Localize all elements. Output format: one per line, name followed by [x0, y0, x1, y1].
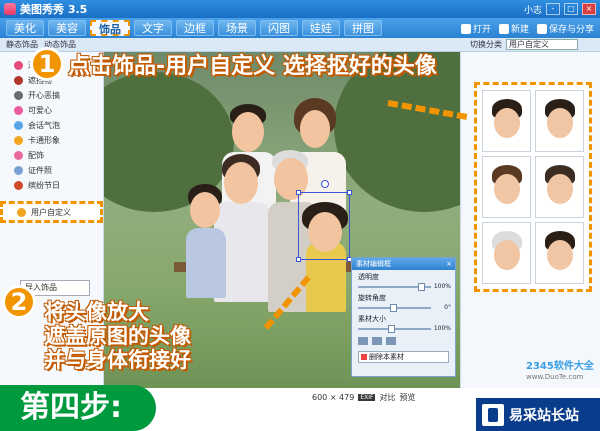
contrast-button[interactable]: 对比 — [379, 392, 395, 403]
title-bar: 美图秀秀 3.5 小志 - □ × — [0, 0, 600, 18]
folder-icon — [17, 207, 26, 217]
head-thumbnail[interactable] — [535, 90, 584, 152]
plus-icon — [498, 24, 509, 34]
tab-flash[interactable]: 闪图 — [260, 20, 298, 36]
resize-handle[interactable] — [347, 190, 352, 195]
rotation-label: 旋转角度 — [358, 294, 386, 302]
category-icon — [14, 166, 23, 175]
site-logo: 易采站长站 — [476, 398, 600, 431]
transparency-label: 透明度 — [358, 273, 379, 281]
app-title: 美图秀秀 3.5 — [20, 3, 88, 16]
category-icon — [14, 106, 23, 115]
step2-number: 2 — [2, 285, 36, 319]
category-label: 切换分类 — [470, 40, 502, 49]
head-thumbnail[interactable] — [482, 156, 531, 218]
category-select[interactable]: 用户自定义 — [506, 39, 578, 50]
preview-button[interactable]: 预览 — [399, 392, 415, 403]
delete-material-button[interactable]: 删除本素材 — [358, 351, 449, 363]
step1-callout: 1 点击饰品-用户自定义 选择抠好的头像 — [30, 47, 437, 81]
tab-frame[interactable]: 边框 — [176, 20, 214, 36]
status-bar: 600 × 479 EXIF 对比 预览 — [312, 390, 480, 404]
resize-handle[interactable] — [296, 190, 301, 195]
tab-beautify[interactable]: 美化 — [6, 20, 44, 36]
head-thumbnail[interactable] — [535, 222, 584, 284]
new-button[interactable]: 新建 — [498, 22, 529, 35]
watermark: 2345软件大全 www.DuoTe.com — [526, 361, 594, 381]
category-icon — [14, 181, 23, 190]
open-button[interactable]: 打开 — [460, 22, 491, 35]
head-thumbnail[interactable] — [482, 222, 531, 284]
size-label: 素材大小 — [358, 315, 386, 323]
step2-text: 将头像放大 遮盖原图的头像 并与身体衔接好 — [44, 300, 191, 372]
rotation-slider[interactable]: 0° — [358, 304, 451, 312]
site-logo-icon — [482, 403, 504, 426]
step1-number: 1 — [30, 47, 64, 81]
app-logo-icon — [4, 3, 16, 15]
sidebar-item-user-custom[interactable]: 用户自定义 — [0, 201, 103, 223]
step2-callout: 2 — [2, 285, 40, 319]
custom-accessory-panel — [460, 52, 600, 388]
user-name[interactable]: 小志 — [524, 3, 542, 16]
sidebar-item[interactable]: 缤纷节日 — [0, 178, 103, 193]
save-share-button[interactable]: 保存与分享 — [536, 22, 594, 35]
rotate-handle[interactable] — [321, 180, 329, 188]
sidebar-item[interactable]: 证件照 — [0, 163, 103, 178]
head-thumbnail-grid — [474, 82, 592, 292]
material-edit-dialog: 素材编辑框 × 透明度 100% 旋转角度 0° 素材大小 100% 删除本素材 — [351, 257, 456, 377]
step-banner: 第四步: — [0, 385, 156, 431]
sticker-selection-frame[interactable] — [296, 190, 352, 262]
sidebar-item[interactable]: 可爱心 — [0, 103, 103, 118]
sidebar-item[interactable]: 会话气泡 — [0, 118, 103, 133]
maximize-button[interactable]: □ — [564, 3, 578, 15]
resize-handle[interactable] — [296, 257, 301, 262]
menu-bar: 美化 美容 饰品 文字 边框 场景 闪图 娃娃 拼图 打开 新建 保存与分享 — [0, 18, 600, 38]
category-icon — [14, 61, 23, 70]
dialog-title-bar: 素材编辑框 × — [352, 258, 455, 270]
tab-scene[interactable]: 场景 — [218, 20, 256, 36]
minimize-button[interactable]: - — [546, 3, 560, 15]
folder-icon — [460, 24, 471, 34]
image-size: 600 × 479 — [312, 392, 355, 402]
transparency-slider[interactable]: 100% — [358, 283, 451, 291]
flip-vertical-icon[interactable] — [372, 337, 382, 345]
dialog-close-button[interactable]: × — [446, 258, 452, 270]
category-icon — [14, 76, 23, 85]
category-icon — [14, 151, 23, 160]
tab-accessories[interactable]: 饰品 — [90, 20, 130, 36]
reset-icon[interactable] — [386, 337, 396, 345]
tab-collage[interactable]: 拼图 — [344, 20, 382, 36]
tab-beauty[interactable]: 美容 — [48, 20, 86, 36]
flip-horizontal-icon[interactable] — [358, 337, 368, 345]
save-icon — [536, 24, 547, 34]
category-icon — [14, 121, 23, 130]
sidebar-item[interactable]: 卡通形象 — [0, 133, 103, 148]
step1-text: 点击饰品-用户自定义 选择抠好的头像 — [68, 54, 437, 79]
exif-badge[interactable]: EXIF — [358, 393, 376, 401]
tab-doll[interactable]: 娃娃 — [302, 20, 340, 36]
sidebar-item[interactable]: 开心恶搞 — [0, 88, 103, 103]
sidebar-item[interactable]: 配饰 — [0, 148, 103, 163]
close-button[interactable]: × — [582, 3, 596, 15]
tab-text[interactable]: 文字 — [134, 20, 172, 36]
head-thumbnail[interactable] — [535, 156, 584, 218]
size-slider[interactable]: 100% — [358, 325, 451, 333]
category-icon — [14, 91, 23, 100]
head-thumbnail[interactable] — [482, 90, 531, 152]
category-icon — [14, 136, 23, 145]
